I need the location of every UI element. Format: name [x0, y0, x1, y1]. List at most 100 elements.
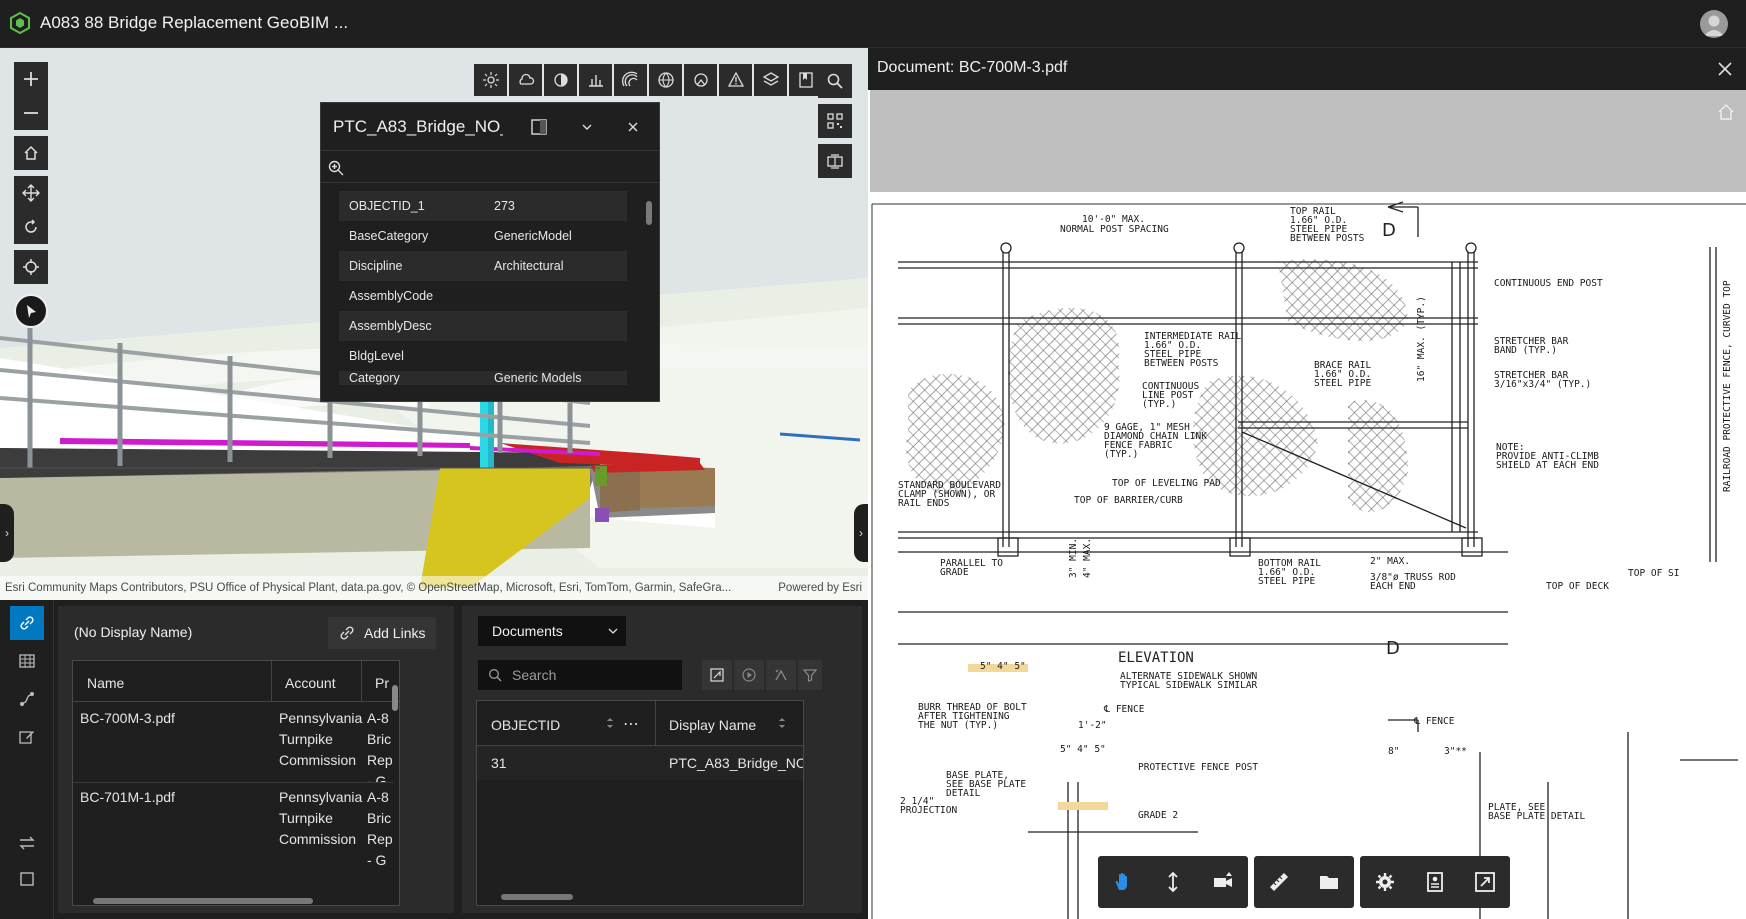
fullscreen-icon[interactable]	[1460, 856, 1510, 908]
play-icon[interactable]	[734, 660, 764, 690]
elevation-profile-icon[interactable]	[579, 64, 612, 96]
document-properties-icon[interactable]	[1410, 856, 1460, 908]
table-row[interactable]: 31 PTC_A83_Bridge_NO_L	[477, 746, 803, 780]
col-name[interactable]: Name	[87, 675, 124, 691]
vertical-scroll-icon[interactable]	[1148, 856, 1198, 908]
table-row[interactable]: BC-700M-3.pdf Pennsylvania Turnpike Comm…	[73, 702, 393, 782]
links-hscroll[interactable]	[73, 897, 393, 905]
locate-button[interactable]	[14, 250, 48, 284]
right-panel-toggle[interactable]: ›	[854, 504, 868, 562]
svg-text:CONTINUOUS END POST: CONTINUOUS END POST	[1494, 278, 1603, 289]
rotate-button[interactable]	[14, 210, 48, 244]
scene-view[interactable]: PTC_A83_Bridge_NO_LII OBJECTID_1273 Base…	[0, 48, 868, 600]
compare-button[interactable]	[818, 144, 852, 178]
app-header: A083 88 Bridge Replacement GeoBIM ...	[0, 0, 1746, 48]
svg-text:GRADE: GRADE	[940, 567, 969, 578]
svg-text:(TYP.): (TYP.)	[1104, 449, 1138, 460]
attr-row: Category Generic Models	[339, 371, 627, 385]
route-icon[interactable]	[10, 682, 44, 716]
engineering-drawing[interactable]: 10'-0" MAX. NORMAL POST SPACING TOP RAIL…	[868, 192, 1746, 919]
links-vscroll[interactable]	[391, 671, 399, 897]
qr-scan-button[interactable]	[818, 104, 852, 138]
zoom-out-button[interactable]	[14, 96, 48, 130]
document-margin	[870, 90, 1746, 192]
links-grid: Name Account Pr BC-700M-3.pdf Pennsylvan…	[72, 660, 400, 906]
feature-popup: PTC_A83_Bridge_NO_LII OBJECTID_1273 Base…	[320, 102, 660, 402]
svg-text:BETWEEN POSTS: BETWEEN POSTS	[1144, 358, 1219, 369]
left-panel-toggle[interactable]: ›	[0, 504, 14, 562]
filter-icon[interactable]	[798, 660, 822, 690]
svg-text:ELEVATION: ELEVATION	[1118, 650, 1194, 666]
select-features-icon[interactable]	[766, 660, 796, 690]
pan-button[interactable]	[14, 176, 48, 210]
zoom-in-button[interactable]	[14, 62, 48, 96]
table-icon[interactable]	[10, 644, 44, 678]
swap-icon[interactable]	[10, 826, 44, 860]
square-icon[interactable]	[10, 862, 44, 896]
hand-pan-icon[interactable]	[1098, 856, 1148, 908]
close-icon[interactable]	[1716, 60, 1734, 78]
svg-text:BETWEEN POSTS: BETWEEN POSTS	[1290, 233, 1365, 244]
svg-text:GRADE 2: GRADE 2	[1138, 810, 1178, 821]
links-icon[interactable]	[10, 606, 44, 640]
zoom-to-icon[interactable]	[327, 159, 345, 177]
folder-icon[interactable]	[1304, 856, 1354, 908]
collapse-chevron-icon[interactable]	[577, 117, 597, 137]
weather-icon[interactable]	[509, 64, 542, 96]
popup-tools	[321, 151, 659, 183]
svg-text:SHIELD AT EACH END: SHIELD AT EACH END	[1496, 460, 1599, 471]
svg-text:3" MIN.: 3" MIN.	[1068, 538, 1079, 578]
svg-text:TYPICAL SIDEWALK SIMILAR: TYPICAL SIDEWALK SIMILAR	[1120, 680, 1258, 691]
col-objectid[interactable]: OBJECTID	[491, 717, 560, 733]
col-display-name[interactable]: Display Name	[669, 717, 756, 733]
svg-text:3/16"x3/4" (TYP.): 3/16"x3/4" (TYP.)	[1494, 379, 1591, 390]
powered-by-esri[interactable]: Powered by Esri	[778, 576, 862, 600]
column-menu-icon[interactable]: ⋯	[623, 714, 639, 734]
user-avatar-icon[interactable]	[1700, 10, 1728, 38]
tool-group-3	[1360, 856, 1510, 908]
slice-icon[interactable]	[719, 64, 752, 96]
attr-row: BaseCategory GenericModel	[349, 229, 572, 243]
shadow-cast-icon[interactable]	[544, 64, 577, 96]
svg-text:STEEL PIPE: STEEL PIPE	[1314, 378, 1371, 389]
svg-text:5" 4" 5": 5" 4" 5"	[1060, 744, 1106, 755]
video-camera-icon[interactable]	[1198, 856, 1248, 908]
col-project[interactable]: Pr	[375, 675, 389, 691]
basemap-globe-icon[interactable]	[649, 64, 682, 96]
svg-text:(TYP.): (TYP.)	[1142, 399, 1176, 410]
svg-text:DETAIL: DETAIL	[946, 788, 981, 799]
cube-logo-icon[interactable]	[8, 11, 32, 35]
daylight-icon[interactable]	[474, 64, 507, 96]
sort-icon[interactable]	[777, 715, 787, 731]
search-scene-button[interactable]	[818, 64, 852, 98]
dock-popup-icon[interactable]	[529, 117, 549, 137]
documents-hscroll[interactable]	[483, 893, 799, 901]
documents-search-input[interactable]: Search	[478, 660, 682, 690]
attribute-table: OBJECTID_1 273 BaseCategory GenericModel D…	[339, 191, 627, 385]
home-icon[interactable]	[1716, 102, 1736, 122]
table-row[interactable]: BC-701M-1.pdf Pennsylvania Turnpike Comm…	[73, 787, 393, 877]
measure-area-icon[interactable]	[684, 64, 717, 96]
select-cursor-button[interactable]	[14, 294, 48, 328]
document-toolbar	[1098, 856, 1510, 908]
scene-toolbar	[474, 64, 822, 96]
line-of-sight-icon[interactable]	[614, 64, 647, 96]
add-links-button[interactable]: Add Links	[328, 617, 436, 649]
popup-scrollbar[interactable]	[645, 191, 653, 401]
svg-text:1'-2": 1'-2"	[1078, 720, 1107, 731]
documents-dropdown[interactable]: Documents	[478, 616, 626, 646]
links-panel: (No Display Name) Add Links Name Account…	[58, 606, 454, 913]
ruler-icon[interactable]	[1254, 856, 1304, 908]
close-popup-icon[interactable]	[623, 117, 643, 137]
svg-text:4" MAX.: 4" MAX.	[1082, 538, 1093, 578]
edit-icon[interactable]	[10, 720, 44, 754]
col-account[interactable]: Account	[285, 675, 336, 691]
svg-text:NORMAL POST SPACING: NORMAL POST SPACING	[1060, 224, 1169, 235]
svg-text:THE NUT (TYP.): THE NUT (TYP.)	[918, 720, 998, 731]
sort-icon[interactable]	[605, 715, 615, 731]
zoom-to-selected-icon[interactable]	[702, 660, 732, 690]
settings-gear-icon[interactable]	[1360, 856, 1410, 908]
layers-icon[interactable]	[754, 64, 787, 96]
chevron-down-icon	[608, 628, 618, 634]
home-button[interactable]	[14, 136, 48, 170]
